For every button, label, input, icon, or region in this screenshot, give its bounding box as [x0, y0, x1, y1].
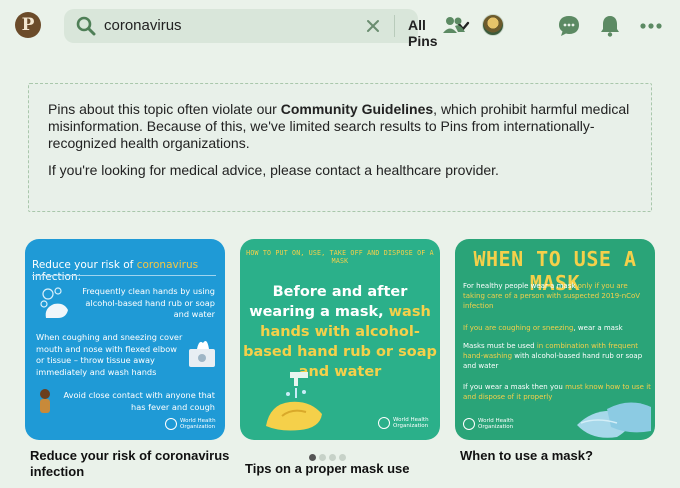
logo-letter: P	[21, 14, 35, 35]
search-icon	[76, 16, 96, 36]
notice-text: Pins about this topic often violate our	[48, 101, 281, 117]
who-logo-text: World Health Organization	[180, 418, 216, 430]
pinterest-logo[interactable]: P	[15, 12, 41, 38]
search-input[interactable]	[104, 17, 314, 34]
user-avatar[interactable]	[482, 14, 504, 36]
bell-icon[interactable]	[597, 13, 623, 39]
pin-image-text-part: If you wear a mask then you	[463, 383, 566, 391]
carousel-dot[interactable]	[329, 454, 336, 461]
pin-card[interactable]: HOW TO PUT ON, USE, TAKE OFF AND DISPOSE…	[240, 239, 440, 440]
who-logo: World Health Organization	[378, 417, 429, 429]
pin-image-tip: Frequently clean hands by using alcohol-…	[82, 286, 215, 319]
messages-icon[interactable]	[556, 13, 582, 39]
carousel-dot[interactable]	[309, 454, 316, 461]
notice-medical-advice: If you're looking for medical advice, pl…	[48, 162, 499, 178]
who-logo-text: World Health Organization	[393, 417, 429, 429]
who-globe-icon	[378, 417, 390, 429]
pin-card[interactable]: WHEN TO USE A MASK For healthy people we…	[455, 239, 655, 440]
carousel-indicator	[309, 448, 349, 466]
pin-caption[interactable]: Reduce your risk of coronavirus infectio…	[30, 448, 230, 480]
who-logo: World Health Organization	[463, 418, 514, 430]
pin-image-text-part: For healthy people wear a mask	[463, 282, 578, 290]
more-icon[interactable]	[638, 13, 664, 39]
pin-image-highlight: coronavirus	[136, 259, 199, 271]
pin-image-title: Reduce your risk of coronavirus infectio…	[32, 259, 225, 283]
search-divider	[394, 15, 395, 37]
mask-illustration	[577, 402, 651, 438]
who-logo: World Health Organization	[165, 418, 216, 430]
top-navigation: P All Pins	[0, 0, 680, 52]
handwash-illustration	[266, 372, 322, 431]
who-logo-text: World Health Organization	[478, 418, 514, 430]
search-bar: All Pins	[64, 9, 470, 49]
handwash-illustration	[40, 287, 68, 318]
who-globe-icon	[463, 418, 475, 430]
filter-dropdown-label[interactable]: All Pins	[408, 17, 438, 49]
person-illustration	[40, 389, 50, 413]
community-guidelines-link[interactable]: Community Guidelines	[281, 101, 433, 117]
pin-image-text: Masks must be used in combination with f…	[463, 341, 649, 371]
who-globe-icon	[165, 418, 177, 430]
divider	[32, 275, 216, 276]
carousel-dot[interactable]	[319, 454, 326, 461]
pin-image-text: infection:	[32, 271, 82, 283]
pin-image-text: If you are coughing or sneezing, wear a …	[463, 323, 649, 333]
pin-image-tip: Avoid close contact with anyone that has…	[63, 390, 215, 412]
tissue-box-illustration	[189, 341, 215, 367]
people-icon[interactable]	[441, 13, 467, 39]
pin-image-tip: When coughing and sneezing cover mouth a…	[36, 332, 183, 377]
pin-image-text-part: Before and after wearing a mask,	[249, 284, 408, 320]
carousel-dot[interactable]	[339, 454, 346, 461]
pin-image-heading: HOW TO PUT ON, USE, TAKE OFF AND DISPOSE…	[246, 249, 434, 265]
pin-caption[interactable]: When to use a mask?	[460, 448, 660, 464]
pin-image-text: Reduce your risk of	[32, 259, 137, 271]
pin-image-text: For healthy people wear a mask only if y…	[463, 281, 649, 311]
notice-paragraph: Pins about this topic often violate our …	[48, 101, 638, 152]
pin-card[interactable]: Reduce your risk of coronavirus infectio…	[25, 239, 225, 440]
pin-image-text-part: , wear a mask	[573, 324, 623, 332]
pin-image-text-part: Masks must be used	[463, 342, 537, 350]
clear-icon[interactable]	[365, 18, 381, 34]
search-limit-notice: Pins about this topic often violate our …	[28, 83, 652, 212]
pin-image-highlight: If you are coughing or sneezing	[463, 324, 574, 332]
